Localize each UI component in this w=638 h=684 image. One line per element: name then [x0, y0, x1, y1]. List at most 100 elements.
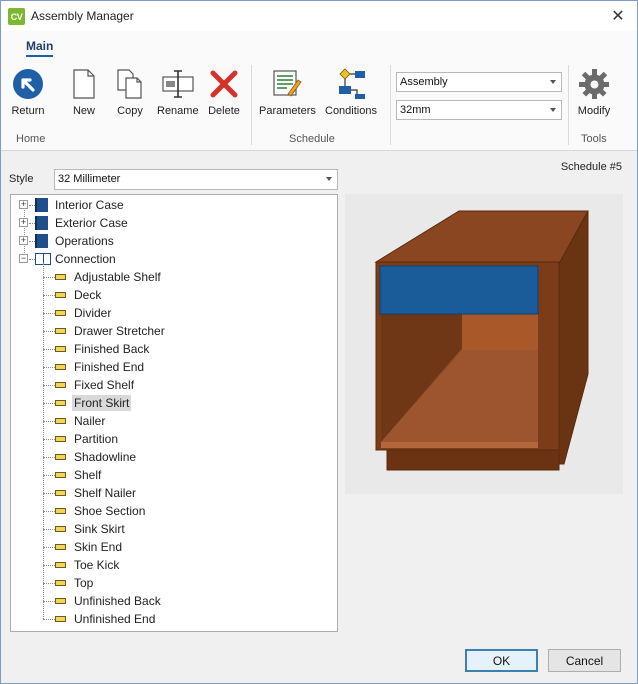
tree-leaf-label: Adjustable Shelf	[74, 270, 161, 284]
expand-icon[interactable]: +	[19, 218, 28, 227]
copy-label: Copy	[117, 105, 143, 117]
tree-leaf-item[interactable]: Shelf	[11, 466, 331, 484]
cancel-button[interactable]: Cancel	[548, 649, 621, 672]
ribbon-separator	[568, 65, 569, 145]
tree-leaf-item[interactable]: Drawer Stretcher	[11, 322, 331, 340]
connection-item-icon	[55, 310, 66, 316]
delete-button[interactable]: Delete	[207, 67, 241, 117]
tree-leaf-item[interactable]: Shelf Nailer	[11, 484, 331, 502]
style-dropdown[interactable]: 32 Millimeter	[54, 169, 338, 190]
delete-label: Delete	[208, 105, 240, 117]
copy-button[interactable]: Copy	[113, 67, 147, 117]
tree-connector-line	[43, 349, 55, 350]
tree-connector-line	[43, 565, 55, 566]
connection-item-icon	[55, 562, 66, 568]
close-icon[interactable]: ✕	[605, 3, 631, 29]
tree-connector-line	[43, 475, 55, 476]
book-icon	[35, 234, 48, 248]
rename-button[interactable]: Rename	[157, 67, 199, 117]
tree-leaf-item[interactable]: Divider	[11, 304, 331, 322]
tree-leaf-label: Divider	[74, 306, 112, 320]
tree-leaf-label: Nailer	[74, 414, 106, 428]
connection-item-icon	[55, 418, 66, 424]
parameters-button[interactable]: Parameters	[259, 67, 316, 117]
style-value: 32 Millimeter	[58, 173, 121, 185]
conditions-button[interactable]: Conditions	[325, 67, 377, 117]
tree-leaf-label: Shelf	[74, 468, 102, 482]
group-label-schedule: Schedule	[289, 133, 335, 145]
parameters-icon	[270, 67, 304, 101]
tree-node-label: Interior Case	[55, 198, 124, 212]
tree-leaf-label: Finished Back	[74, 342, 150, 356]
group-label-home: Home	[16, 133, 46, 145]
tree-leaf-label: Fixed Shelf	[74, 378, 135, 392]
tree-leaf-label: Skin End	[74, 540, 123, 554]
assembly-type-value: Assembly	[400, 76, 448, 88]
tree-leaf-item[interactable]: Partition	[11, 430, 331, 448]
tree-leaf-label: Unfinished End	[74, 612, 156, 626]
connection-item-icon	[55, 508, 66, 514]
tree-connector-line	[43, 313, 55, 314]
tree-node-label: Exterior Case	[55, 216, 128, 230]
assembly-tree[interactable]: + Interior Case + Exterior Case + Operations −…	[10, 194, 338, 632]
tree-connector-line	[43, 403, 55, 404]
connection-item-icon	[55, 454, 66, 460]
tree-leaf-item[interactable]: Front Skirt	[11, 394, 331, 412]
tree-connector-line	[43, 493, 55, 494]
tree-leaf-item[interactable]: Skin End	[11, 538, 331, 556]
tree-leaf-item[interactable]: Finished End	[11, 358, 331, 376]
rename-icon	[161, 67, 195, 101]
group-label-tools: Tools	[581, 133, 607, 145]
tree-connector-line	[43, 547, 55, 548]
expand-icon[interactable]: +	[19, 200, 28, 209]
tree-leaf-item[interactable]: Unfinished Back	[11, 592, 331, 610]
connection-item-icon	[55, 490, 66, 496]
tree-leaf-item[interactable]: Top	[11, 574, 331, 592]
tree-leaf-label: Front Skirt	[72, 395, 132, 411]
tree-leaf-item[interactable]: Finished Back	[11, 340, 331, 358]
return-button[interactable]: Return	[11, 67, 45, 117]
expand-icon[interactable]: +	[19, 236, 28, 245]
connection-item-icon	[55, 580, 66, 586]
tree-connector-line	[43, 439, 55, 440]
modify-label: Modify	[577, 105, 611, 117]
assembly-type-dropdown[interactable]: Assembly	[396, 72, 562, 92]
tree-node[interactable]: + Operations	[11, 232, 331, 250]
new-document-icon	[67, 67, 101, 101]
ok-button[interactable]: OK	[465, 649, 538, 672]
size-dropdown[interactable]: 32mm	[396, 100, 562, 120]
tree-connector-line	[43, 367, 55, 368]
tree-leaf-label: Shadowline	[74, 450, 137, 464]
tree-leaf-item[interactable]: Toe Kick	[11, 556, 331, 574]
ribbon-separator	[390, 65, 391, 145]
cabinet-preview	[345, 194, 623, 494]
tree-leaf-item[interactable]: Deck	[11, 286, 331, 304]
modify-button[interactable]: Modify	[577, 67, 611, 117]
tab-main[interactable]: Main	[26, 39, 54, 57]
tree-connector-line	[43, 385, 55, 386]
connection-item-icon	[55, 328, 66, 334]
connection-item-icon	[55, 616, 66, 622]
tree-leaf-item[interactable]: Adjustable Shelf	[11, 268, 331, 286]
tree-leaf-item[interactable]: Sink Skirt	[11, 520, 331, 538]
tree-leaf-item[interactable]: Fixed Shelf	[11, 376, 331, 394]
tree-connector-line	[43, 529, 55, 530]
tree-leaf-item[interactable]: Shoe Section	[11, 502, 331, 520]
tree-leaf-item[interactable]: Shadowline	[11, 448, 331, 466]
tree-connector-line	[43, 583, 55, 584]
tree-node[interactable]: + Exterior Case	[11, 214, 331, 232]
conditions-label: Conditions	[325, 105, 377, 117]
tree-node[interactable]: + Interior Case	[11, 196, 331, 214]
tree-connector-line	[43, 619, 55, 620]
return-arrow-icon	[11, 67, 45, 101]
tree-node[interactable]: − Connection	[11, 250, 331, 268]
new-button[interactable]: New	[67, 67, 101, 117]
ribbon-separator	[251, 65, 252, 145]
tree-leaf-item[interactable]: Unfinished End	[11, 610, 331, 628]
copy-icon	[113, 67, 147, 101]
parameters-label: Parameters	[259, 105, 316, 117]
collapse-icon[interactable]: −	[19, 254, 28, 263]
connection-item-icon	[55, 382, 66, 388]
connection-item-icon	[55, 436, 66, 442]
tree-leaf-item[interactable]: Nailer	[11, 412, 331, 430]
